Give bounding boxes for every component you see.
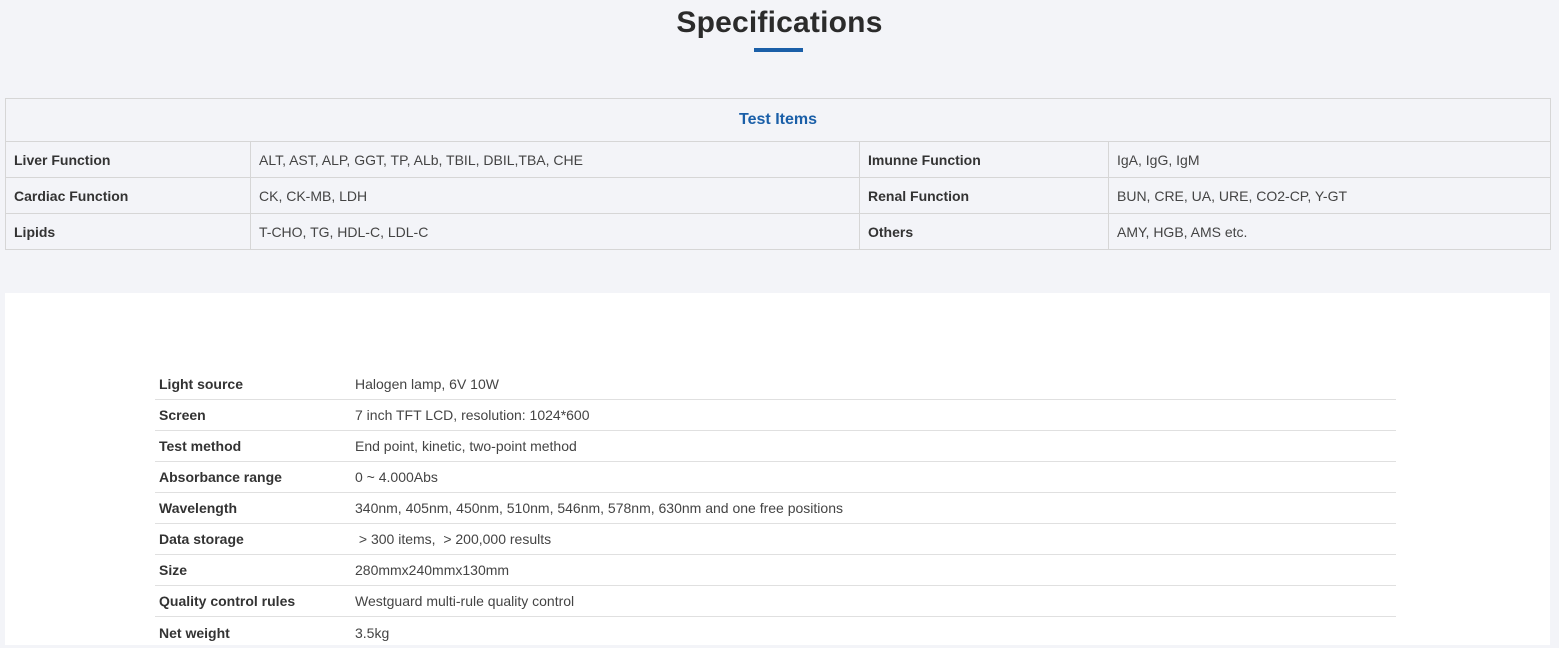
test-items-header-row: Test Items — [4, 98, 1552, 142]
spec-value: 340nm, 405nm, 450nm, 510nm, 546nm, 578nm… — [355, 500, 843, 516]
test-items-heading: Test Items — [4, 98, 1552, 142]
spec-row-test-method: Test method End point, kinetic, two-poin… — [155, 431, 1396, 462]
spec-row-light-source: Light source Halogen lamp, 6V 10W — [155, 369, 1396, 400]
spec-row-size: Size 280mmx240mmx130mm — [155, 555, 1396, 586]
spec-row-absorbance-range: Absorbance range 0 ~ 4.000Abs — [155, 462, 1396, 493]
test-category-value: CK, CK-MB, LDH — [250, 177, 860, 214]
page-title: Specifications — [676, 6, 883, 39]
spec-value: 0 ~ 4.000Abs — [355, 469, 438, 485]
specs-panel: Light source Halogen lamp, 6V 10W Screen… — [5, 293, 1550, 645]
spec-value: 7 inch TFT LCD, resolution: 1024*600 — [355, 407, 590, 423]
test-category-label: Liver Function — [5, 141, 251, 178]
test-category-label: Imunne Function — [859, 141, 1109, 178]
spec-row-quality-control: Quality control rules Westguard multi-ru… — [155, 586, 1396, 617]
test-category-label: Others — [859, 213, 1109, 250]
spec-label: Wavelength — [159, 500, 238, 516]
spec-row-data-storage: Data storage > 300 items, > 200,000 resu… — [155, 524, 1396, 555]
test-category-value: AMY, HGB, AMS etc. — [1107, 213, 1552, 250]
test-category-label: Lipids — [5, 213, 251, 250]
spec-label: Size — [159, 562, 188, 578]
spec-row-net-weight: Net weight 3.5kg — [155, 617, 1396, 648]
spec-label: Data storage — [159, 531, 244, 547]
spec-value: > 300 items, > 200,000 results — [355, 531, 552, 547]
spec-label: Absorbance range — [159, 469, 282, 485]
spec-value: End point, kinetic, two-point method — [355, 438, 577, 454]
spec-label: Quality control rules — [159, 593, 296, 609]
spec-value: 280mmx240mmx130mm — [355, 562, 510, 578]
title-underline — [754, 48, 803, 52]
test-category-label: Renal Function — [859, 177, 1109, 214]
spec-label: Test method — [159, 438, 242, 454]
spec-row-wavelength: Wavelength 340nm, 405nm, 450nm, 510nm, 5… — [155, 493, 1396, 524]
table-row: Liver Function ALT, AST, ALP, GGT, TP, A… — [5, 141, 1552, 178]
test-category-value: BUN, CRE, UA, URE, CO2-CP, Y-GT — [1107, 177, 1552, 214]
test-category-label: Cardiac Function — [5, 177, 251, 214]
spec-row-screen: Screen 7 inch TFT LCD, resolution: 1024*… — [155, 400, 1396, 431]
test-category-value: ALT, AST, ALP, GGT, TP, ALb, TBIL, DBIL,… — [250, 141, 860, 178]
test-category-value: T-CHO, TG, HDL-C, LDL-C — [250, 213, 860, 250]
table-row: Cardiac Function CK, CK-MB, LDH Renal Fu… — [5, 177, 1552, 214]
spec-value: 3.5kg — [355, 624, 390, 641]
spec-label: Net weight — [159, 624, 230, 641]
table-row: Lipids T-CHO, TG, HDL-C, LDL-C Others AM… — [5, 213, 1552, 250]
test-category-value: IgA, IgG, IgM — [1107, 141, 1552, 178]
spec-list: Light source Halogen lamp, 6V 10W Screen… — [155, 369, 1396, 648]
spec-value: Westguard multi-rule quality control — [355, 593, 575, 609]
spec-label: Screen — [159, 407, 206, 423]
test-items-table: Test Items Liver Function ALT, AST, ALP,… — [4, 98, 1552, 250]
spec-label: Light source — [159, 376, 244, 392]
spec-value: Halogen lamp, 6V 10W — [355, 376, 499, 392]
